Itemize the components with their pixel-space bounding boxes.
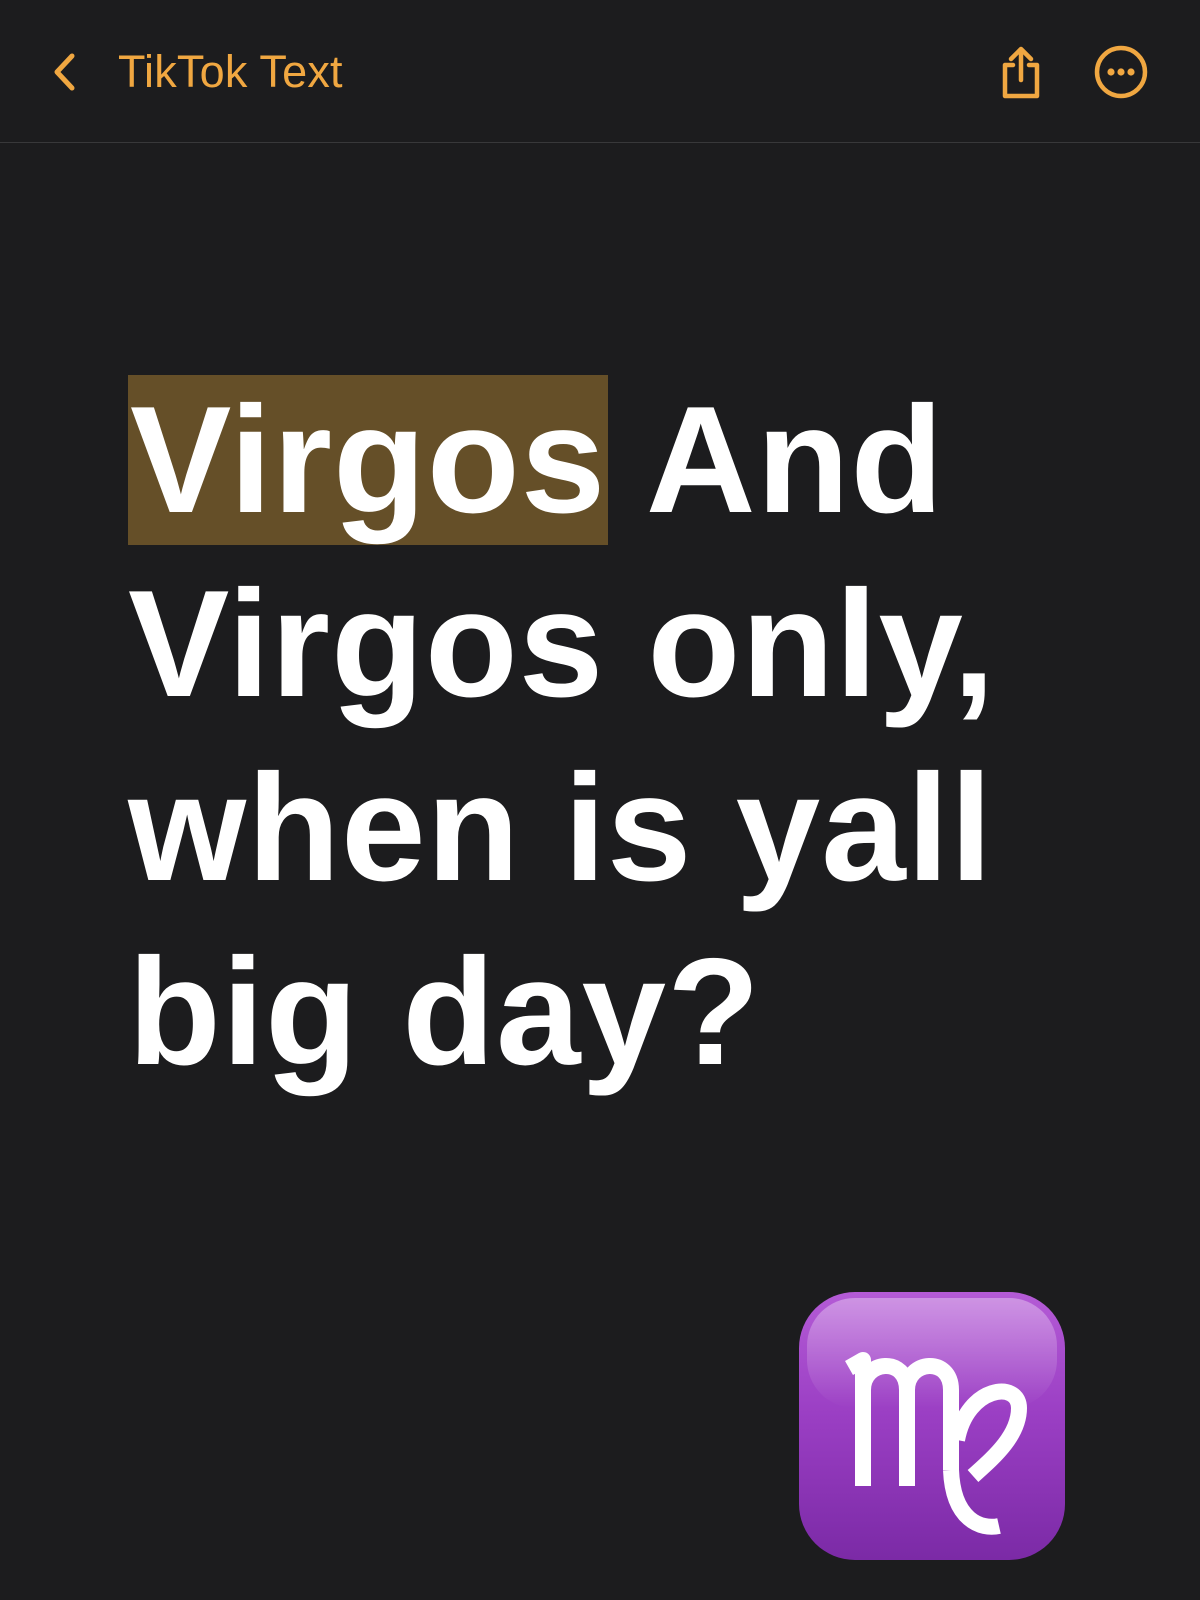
back-button[interactable]: TikTok Text bbox=[48, 42, 343, 102]
note-body-text[interactable]: Virgos And Virgos only, when is yall big… bbox=[128, 368, 1108, 1104]
chevron-left-icon bbox=[54, 53, 75, 91]
ellipsis-circle-icon bbox=[1094, 45, 1148, 99]
highlighted-search-match: Virgos bbox=[128, 375, 609, 545]
notes-screen: TikTok Text Virgos And Virgos only, when… bbox=[0, 0, 1200, 1600]
note-line-1: Virgos And bbox=[128, 368, 1108, 552]
share-button[interactable] bbox=[993, 44, 1049, 100]
more-options-button[interactable] bbox=[1093, 44, 1149, 100]
share-icon bbox=[1002, 46, 1040, 99]
virgo-sign-icon bbox=[799, 1292, 1065, 1560]
note-line-2: Virgos only, bbox=[128, 559, 996, 729]
note-line-4: big day? bbox=[128, 927, 761, 1097]
navigation-bar: TikTok Text bbox=[0, 0, 1200, 143]
note-line-3: when is yall bbox=[128, 743, 994, 913]
back-button-label: TikTok Text bbox=[118, 46, 343, 97]
note-line-1-rest: And bbox=[608, 375, 945, 545]
virgo-emoji bbox=[797, 1290, 1067, 1562]
